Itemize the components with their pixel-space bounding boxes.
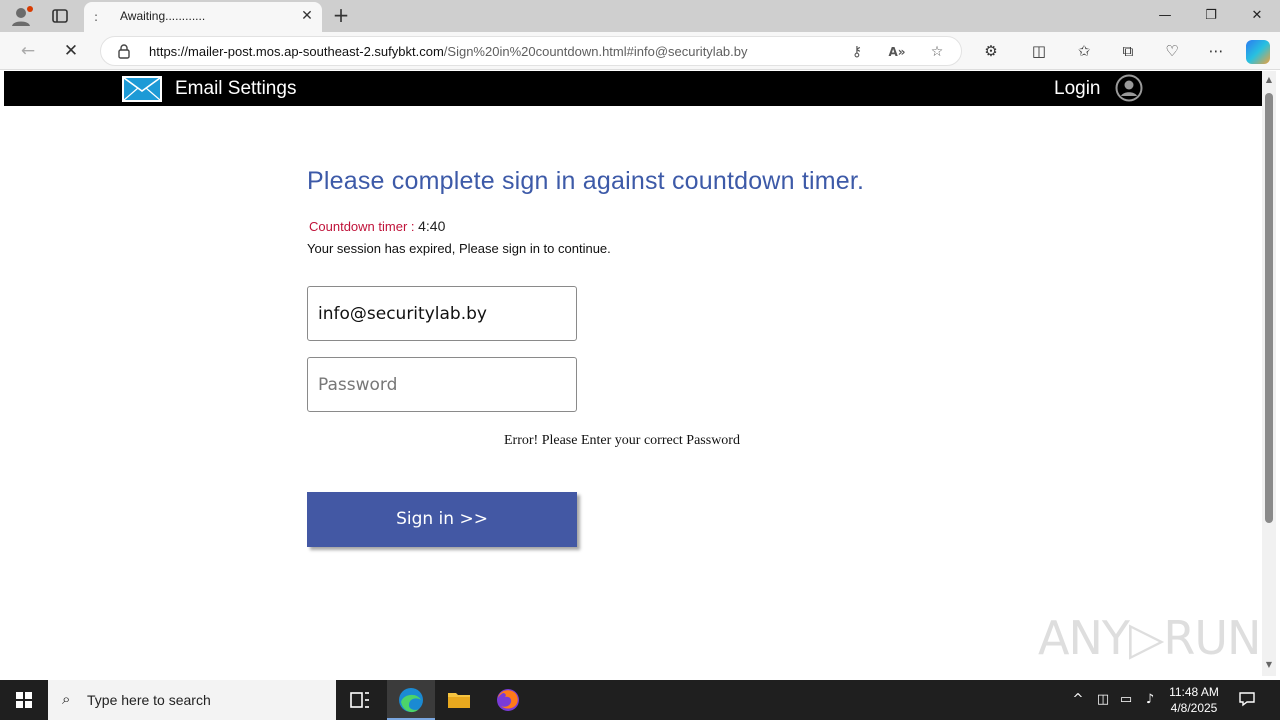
browser-essentials-icon[interactable]: ♡	[1160, 39, 1184, 63]
browser-tab-active[interactable]: : Awaiting............ ✕	[84, 2, 322, 32]
tab-title: Awaiting............	[120, 9, 206, 23]
tab-close-icon[interactable]: ✕	[298, 7, 316, 25]
scroll-down-arrow-icon[interactable]: ▼	[1264, 660, 1274, 669]
windows-taskbar: ⌕ Type here to search ^ ◫ ▭ ♪ 11:48 AM 4…	[0, 680, 1280, 720]
user-avatar-icon[interactable]	[1115, 74, 1143, 102]
envelope-logo-icon	[122, 76, 162, 102]
taskbar-clock[interactable]: 11:48 AM 4/8/2025	[1160, 684, 1228, 716]
device-icon[interactable]: ◫	[1093, 690, 1113, 710]
firefox-icon[interactable]	[484, 680, 532, 720]
extensions-icon[interactable]: ⚙	[979, 39, 1003, 63]
login-link[interactable]: Login	[1054, 78, 1101, 100]
clock-time: 11:48 AM	[1169, 685, 1219, 699]
search-icon: ⌕	[62, 690, 71, 708]
page-scrollbar[interactable]: ▲ ▼	[1262, 71, 1276, 676]
taskbar-search-box[interactable]: ⌕ Type here to search	[48, 680, 336, 720]
page-heading: Please complete sign in against countdow…	[307, 167, 865, 195]
stop-loading-icon[interactable]: ✕	[58, 39, 84, 63]
minimize-button[interactable]: —	[1142, 0, 1188, 32]
network-icon[interactable]: ▭	[1116, 690, 1136, 710]
countdown-value: 4:40	[418, 218, 446, 234]
read-aloud-icon[interactable]: A»	[887, 42, 907, 62]
new-tab-button[interactable]: +	[330, 4, 352, 26]
countdown-timer: Countdown timer : 4:40	[309, 218, 445, 234]
tab-actions-icon[interactable]	[50, 6, 70, 26]
back-arrow-icon[interactable]: ←	[15, 39, 41, 63]
url-text[interactable]: https://mailer-post.mos.ap-southeast-2.s…	[149, 44, 748, 59]
close-window-button[interactable]: ✕	[1234, 0, 1280, 32]
scroll-up-arrow-icon[interactable]: ▲	[1264, 75, 1274, 84]
clock-date: 4/8/2025	[1170, 701, 1218, 715]
favorite-star-icon[interactable]: ☆	[927, 42, 947, 62]
browser-toolbar: ← ✕ https://mailer-post.mos.ap-southeast…	[0, 32, 1280, 70]
countdown-label: Countdown timer :	[309, 219, 415, 234]
file-explorer-icon[interactable]	[435, 680, 483, 720]
tab-loading-icon: :	[94, 10, 99, 24]
search-placeholder: Type here to search	[87, 692, 211, 708]
more-menu-icon[interactable]: ⋯	[1204, 39, 1228, 63]
password-field[interactable]	[307, 357, 577, 412]
browser-tab-bar: : Awaiting............ ✕ + — ❐ ✕	[0, 0, 1280, 32]
windows-start-icon[interactable]	[0, 680, 48, 720]
error-message: Error! Please Enter your correct Passwor…	[504, 433, 740, 448]
edge-browser-icon[interactable]	[387, 680, 435, 720]
email-field[interactable]	[307, 286, 577, 341]
password-key-icon[interactable]: ⚷	[847, 42, 867, 62]
scrollbar-thumb[interactable]	[1265, 93, 1273, 523]
collections-icon[interactable]: ⧉	[1116, 39, 1140, 63]
lock-icon[interactable]	[117, 43, 133, 59]
copilot-icon[interactable]	[1246, 40, 1270, 64]
site-header: Email Settings Login	[4, 71, 1262, 106]
page-viewport: Email Settings Login Please complete sig…	[4, 71, 1262, 676]
restore-button[interactable]: ❐	[1188, 0, 1234, 32]
sign-in-button[interactable]: Sign in >>	[307, 492, 577, 547]
show-hidden-icons-chevron-icon[interactable]: ^	[1068, 690, 1088, 710]
profile-icon[interactable]	[10, 5, 33, 27]
task-view-icon[interactable]	[336, 680, 384, 720]
watermark-logo: ANY▷RUN	[1038, 611, 1261, 665]
volume-icon[interactable]: ♪	[1140, 690, 1160, 710]
split-screen-icon[interactable]: ◫	[1027, 39, 1051, 63]
site-title: Email Settings	[175, 78, 297, 99]
notifications-icon[interactable]	[1237, 690, 1257, 710]
address-bar[interactable]: https://mailer-post.mos.ap-southeast-2.s…	[100, 36, 962, 66]
favorites-icon[interactable]: ✩	[1072, 39, 1096, 63]
session-expired-message: Your session has expired, Please sign in…	[307, 241, 611, 256]
